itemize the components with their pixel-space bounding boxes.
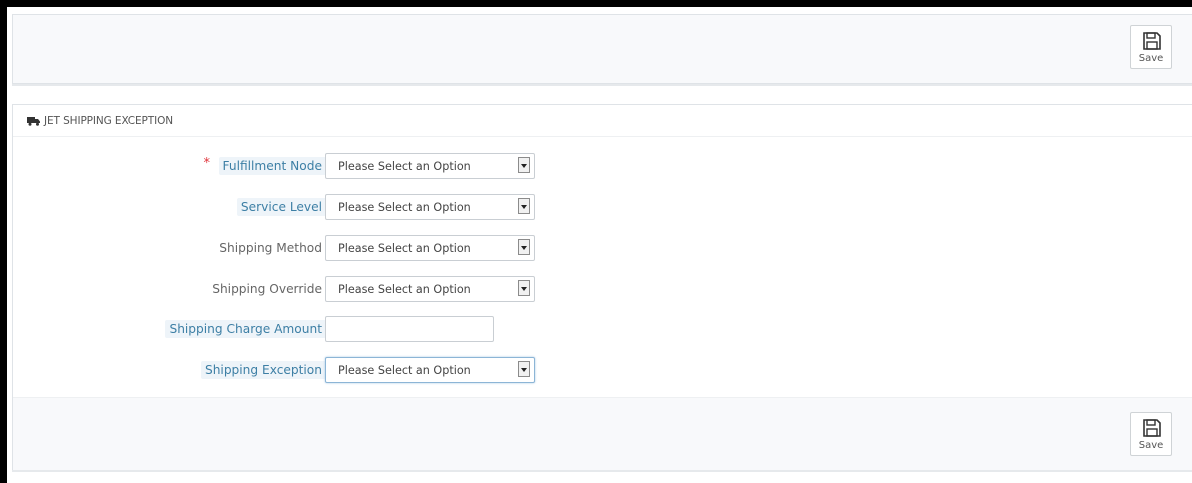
shipping-exception-value: Please Select an Option bbox=[338, 364, 471, 377]
footer-save-button-label: Save bbox=[1138, 440, 1164, 451]
form-row-service-level: Service Level Please Select an Option bbox=[13, 194, 613, 220]
shipping-charge-amount-label[interactable]: Shipping Charge Amount bbox=[165, 320, 326, 338]
fulfillment-node-select[interactable]: Please Select an Option bbox=[325, 153, 535, 179]
chevron-down-icon bbox=[518, 157, 530, 173]
form-row-shipping-exception: Shipping Exception Please Select an Opti… bbox=[13, 357, 613, 383]
form-row-shipping-charge-amount: Shipping Charge Amount bbox=[13, 316, 613, 342]
save-button-label: Save bbox=[1138, 53, 1164, 64]
window-frame-left bbox=[0, 0, 7, 483]
shipping-method-value: Please Select an Option bbox=[338, 242, 471, 255]
footer-save-button[interactable]: Save bbox=[1130, 412, 1172, 456]
shipping-exception-select[interactable]: Please Select an Option bbox=[325, 357, 535, 383]
fulfillment-node-label[interactable]: Fulfillment Node bbox=[218, 157, 326, 175]
shipping-override-label: Shipping Override bbox=[212, 282, 322, 296]
floppy-disk-icon bbox=[1143, 32, 1161, 50]
window-frame-top bbox=[0, 0, 1192, 7]
shipping-charge-amount-input[interactable] bbox=[325, 316, 494, 342]
top-toolbar: Save bbox=[12, 14, 1192, 84]
fulfillment-node-value: Please Select an Option bbox=[338, 160, 471, 173]
service-level-select[interactable]: Please Select an Option bbox=[325, 194, 535, 220]
form-row-shipping-override: Shipping Override Please Select an Optio… bbox=[13, 276, 613, 302]
required-marker: * bbox=[203, 156, 211, 171]
save-button[interactable]: Save bbox=[1130, 25, 1172, 69]
chevron-down-icon bbox=[518, 239, 530, 255]
chevron-down-icon bbox=[518, 280, 530, 296]
form-row-fulfillment-node: * Fulfillment Node Please Select an Opti… bbox=[13, 153, 613, 179]
service-level-label[interactable]: Service Level bbox=[236, 198, 326, 216]
service-level-value: Please Select an Option bbox=[338, 201, 471, 214]
form-row-shipping-method: Shipping Method Please Select an Option bbox=[13, 235, 613, 261]
panel-heading: JET SHIPPING EXCEPTION bbox=[13, 105, 1192, 137]
chevron-down-icon bbox=[518, 361, 530, 377]
shipping-exception-panel: JET SHIPPING EXCEPTION * Fulfillment Nod… bbox=[12, 104, 1192, 470]
panel-title: JET SHIPPING EXCEPTION bbox=[44, 115, 174, 127]
shipping-override-select[interactable]: Please Select an Option bbox=[325, 276, 535, 302]
shipping-method-label: Shipping Method bbox=[219, 241, 322, 255]
panel-footer: Save bbox=[13, 397, 1192, 470]
shipping-exception-label[interactable]: Shipping Exception bbox=[200, 361, 326, 379]
floppy-disk-icon bbox=[1143, 419, 1161, 437]
chevron-down-icon bbox=[518, 198, 530, 214]
shipping-override-value: Please Select an Option bbox=[338, 283, 471, 296]
shipping-method-select[interactable]: Please Select an Option bbox=[325, 235, 535, 261]
truck-icon bbox=[27, 117, 40, 126]
